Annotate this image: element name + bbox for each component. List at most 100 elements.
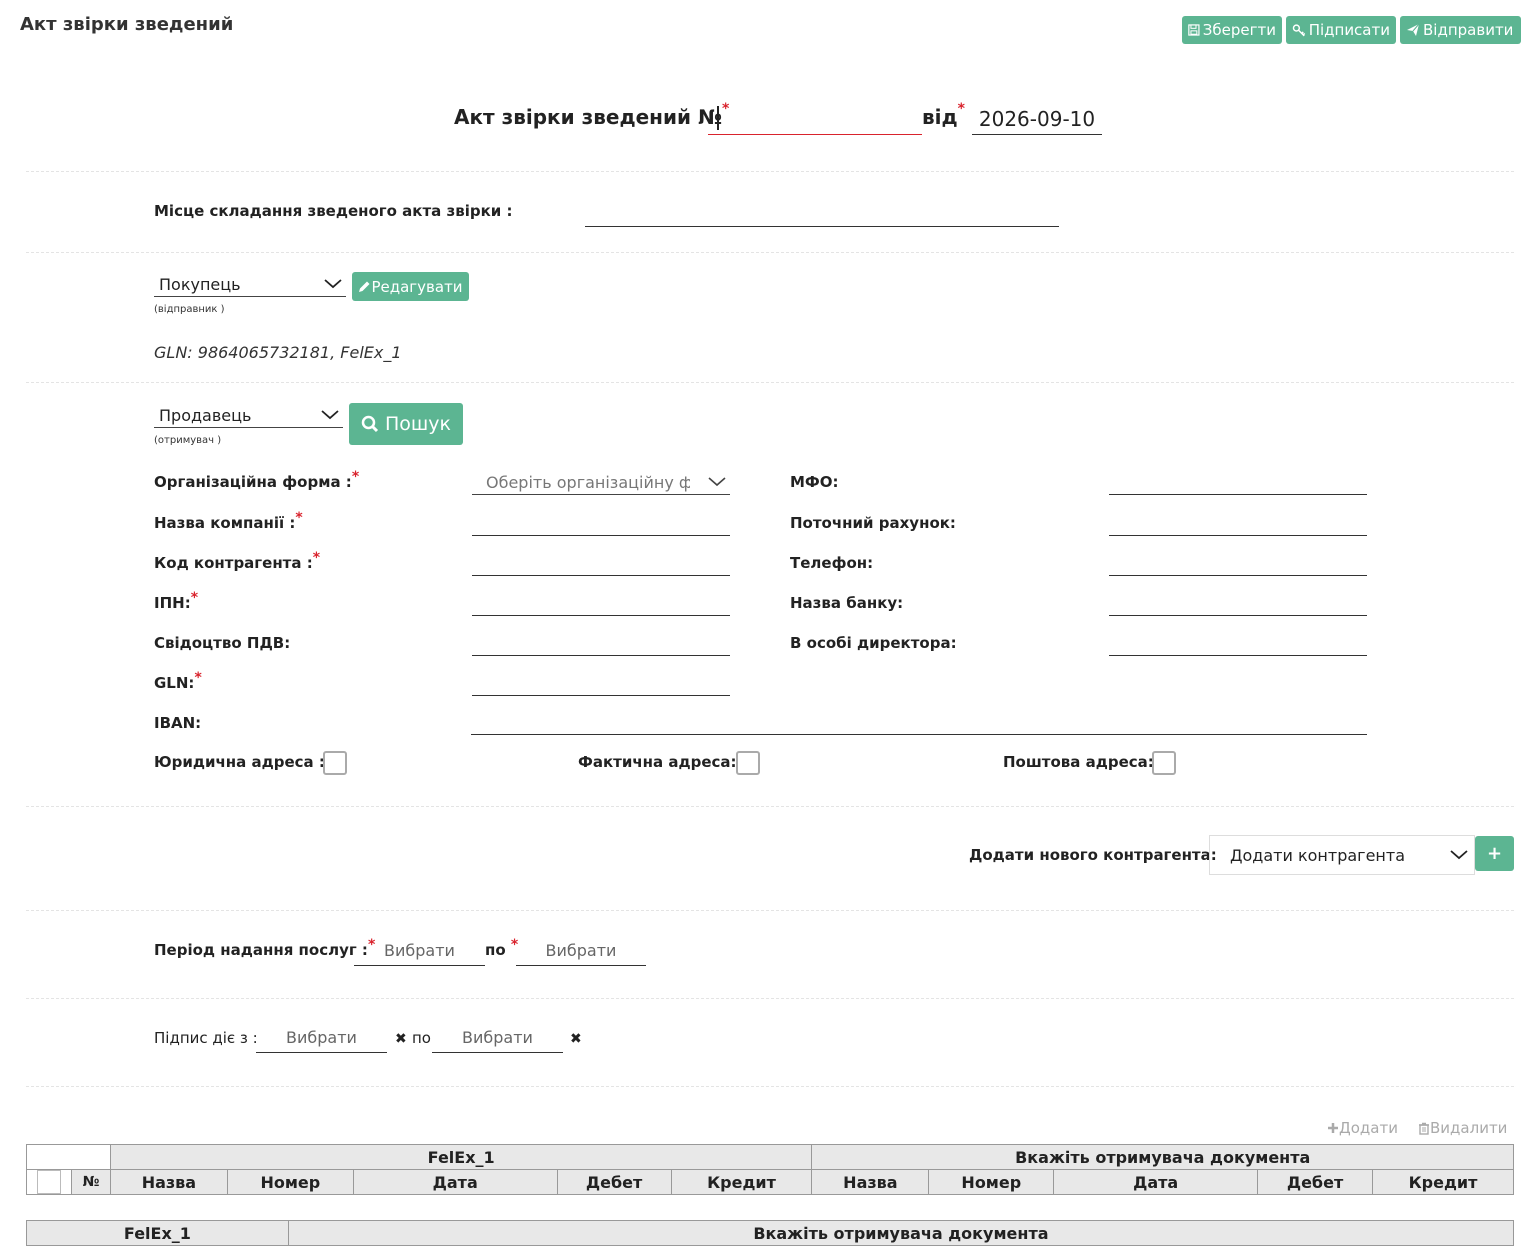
org-form-placeholder: Оберіть організаційну фор — [486, 472, 690, 492]
ipn-input[interactable] — [472, 615, 730, 616]
chevron-down-icon — [324, 279, 342, 289]
sender-info: GLN: 9864065732181, FelEx_1 — [154, 343, 402, 362]
legal-address-label: Юридична адреса : — [154, 753, 325, 771]
clear-from-icon[interactable]: ✖ — [395, 1031, 407, 1047]
search-button[interactable]: Пошук — [349, 403, 463, 445]
sender-role-select[interactable]: Покупець — [154, 272, 346, 297]
iban-label: IBAN: — [154, 714, 202, 732]
required-marker: * — [351, 469, 360, 485]
legal-address-checkbox[interactable] — [323, 751, 347, 775]
receiver-role-hint: (отримувач ) — [154, 435, 222, 446]
divider — [26, 1086, 1514, 1087]
required-marker: * — [194, 670, 202, 686]
column-header[interactable]: Дебет — [1257, 1169, 1373, 1195]
column-header[interactable]: Назва — [109, 1169, 228, 1195]
doc-number-label: Акт звірки зведений №* — [454, 101, 730, 129]
phone-label: Телефон: — [790, 554, 874, 572]
column-header: № — [70, 1169, 111, 1195]
column-header[interactable]: Дата — [1053, 1169, 1259, 1195]
place-input[interactable] — [585, 226, 1059, 227]
required-marker: * — [295, 510, 303, 526]
period-to-input[interactable]: Вибрати — [516, 941, 646, 966]
signature-label: Підпис діє з : — [154, 1029, 258, 1047]
divider — [26, 382, 1514, 383]
send-button[interactable]: Відправити — [1400, 16, 1521, 44]
mfo-label: МФО: — [790, 473, 839, 491]
summary-left-header: FelEx_1 — [26, 1220, 289, 1246]
vat-cert-label: Свідоцтво ПДВ: — [154, 634, 291, 652]
receiver-role-select[interactable]: Продавець — [154, 403, 343, 428]
sender-role-hint: (відправник ) — [154, 304, 225, 315]
column-header[interactable]: Кредит — [670, 1169, 813, 1195]
clear-to-icon[interactable]: ✖ — [570, 1031, 582, 1047]
signature-to-input[interactable]: Вибрати — [432, 1028, 563, 1053]
chevron-down-icon — [1450, 850, 1468, 860]
column-header[interactable]: Кредит — [1372, 1169, 1514, 1195]
org-form-label: Організаційна форма :* — [154, 469, 360, 491]
delete-row-button[interactable]: Видалити — [1418, 1119, 1507, 1137]
doc-number-input[interactable] — [708, 104, 922, 135]
bank-input[interactable] — [1109, 615, 1367, 616]
divider — [26, 806, 1514, 807]
save-button[interactable]: Зберегти — [1182, 16, 1282, 44]
add-row-label: Додати — [1339, 1119, 1398, 1137]
company-name-input[interactable] — [472, 535, 730, 536]
key-icon — [1292, 24, 1306, 37]
period-to-label: по * — [485, 937, 519, 959]
group-left-header: FelEx_1 — [109, 1144, 813, 1170]
add-row-button[interactable]: Додати — [1327, 1119, 1398, 1137]
contractor-code-label: Код контрагента :* — [154, 550, 321, 572]
send-button-label: Відправити — [1423, 21, 1514, 39]
iban-input[interactable] — [471, 734, 1367, 735]
select-all-checkbox[interactable] — [36, 1170, 61, 1194]
org-form-select[interactable]: Оберіть організаційну фор — [472, 470, 730, 495]
table-group-header: FelEx_1 Вкажіть отримувача документа — [26, 1144, 1514, 1170]
contractor-code-input[interactable] — [472, 575, 730, 576]
actual-address-label: Фактична адреса: — [578, 753, 737, 771]
gln-input[interactable] — [472, 695, 730, 696]
reconciliation-table: FelEx_1 Вкажіть отримувача документа № Н… — [26, 1144, 1514, 1195]
period-label: Період надання послуг :* — [154, 937, 376, 959]
edit-sender-button[interactable]: Редагувати — [352, 272, 469, 301]
add-contractor-value: Додати контрагента — [1230, 845, 1405, 865]
column-header[interactable]: Дата — [352, 1169, 558, 1195]
group-right-header: Вкажіть отримувача документа — [811, 1144, 1514, 1170]
divider — [26, 910, 1514, 911]
phone-input[interactable] — [1109, 575, 1367, 576]
paper-plane-icon — [1407, 23, 1420, 36]
column-header[interactable]: Дебет — [556, 1169, 672, 1195]
table-corner — [26, 1144, 111, 1170]
summary-right-header: Вкажіть отримувача документа — [287, 1220, 1515, 1246]
add-contractor-button[interactable]: + — [1475, 836, 1514, 871]
save-button-label: Зберегти — [1202, 21, 1276, 39]
company-name-label: Назва компанії :* — [154, 510, 303, 532]
floppy-icon — [1188, 24, 1200, 36]
summary-header: FelEx_1 Вкажіть отримувача документа — [26, 1220, 1515, 1246]
divider — [26, 998, 1514, 999]
pencil-icon — [359, 281, 370, 292]
edit-sender-label: Редагувати — [371, 277, 463, 296]
director-input[interactable] — [1109, 655, 1367, 656]
actual-address-checkbox[interactable] — [736, 751, 760, 775]
mfo-input[interactable] — [1109, 494, 1367, 495]
column-header[interactable]: Номер — [226, 1169, 354, 1195]
period-from-input[interactable]: Вибрати — [354, 941, 485, 966]
column-header[interactable]: Номер — [928, 1169, 1055, 1195]
vat-cert-input[interactable] — [472, 655, 730, 656]
bank-label: Назва банку: — [790, 594, 904, 612]
postal-address-checkbox[interactable] — [1152, 751, 1176, 775]
trash-icon — [1419, 1122, 1429, 1135]
divider — [26, 171, 1514, 172]
account-input[interactable] — [1109, 535, 1367, 536]
page-title: Акт звірки зведений — [20, 14, 234, 35]
receiver-role-value: Продавець — [159, 405, 252, 425]
column-header[interactable]: Назва — [811, 1169, 930, 1195]
doc-date-input[interactable]: 2026-09-10 — [972, 104, 1102, 135]
sign-button[interactable]: Підписати — [1286, 16, 1396, 44]
director-label: В особі директора: — [790, 634, 957, 652]
signature-from-input[interactable]: Вибрати — [256, 1028, 387, 1053]
search-icon — [361, 415, 379, 433]
ipn-label: ІПН:* — [154, 590, 199, 612]
search-button-label: Пошук — [384, 413, 452, 435]
add-contractor-select[interactable]: Додати контрагента — [1209, 835, 1475, 875]
